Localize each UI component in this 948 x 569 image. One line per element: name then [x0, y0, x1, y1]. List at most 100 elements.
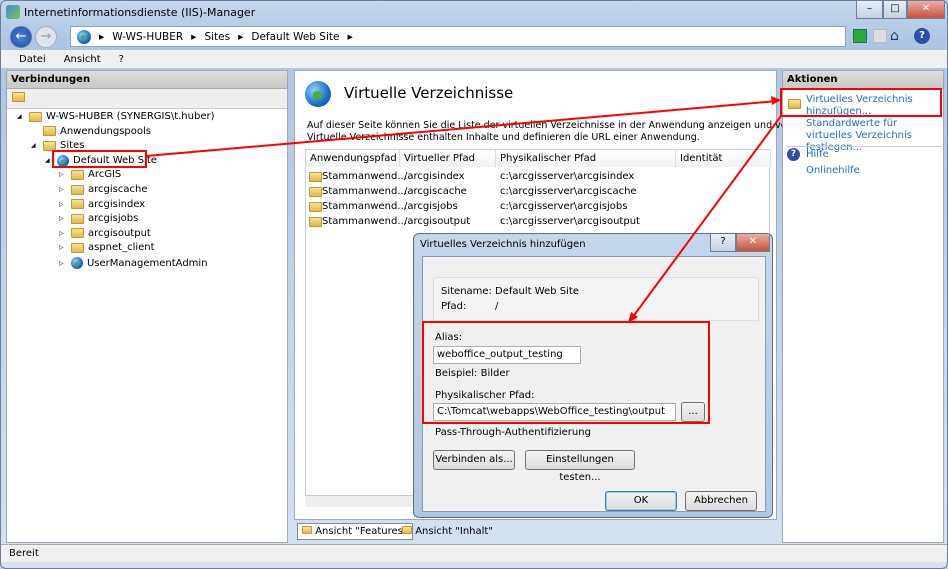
column-header[interactable]: Virtueller Pfad: [400, 150, 496, 167]
connect-icon[interactable]: [12, 92, 25, 102]
status-bar: Bereit: [1, 544, 947, 562]
iis-app-icon: [6, 5, 20, 19]
tree-item-label: Sites: [60, 140, 85, 152]
tree-item[interactable]: Anwendungspools: [31, 126, 151, 137]
expander-icon[interactable]: ▷: [59, 171, 67, 178]
tree-item-label: W-WS-HUBER (SYNERGIS\t.huber): [46, 111, 215, 122]
column-header[interactable]: Anwendungspfad: [306, 150, 400, 167]
table-cell[interactable]: Stammanwend...: [322, 171, 407, 182]
expander-icon[interactable]: ◢: [45, 157, 53, 164]
address-bar[interactable]: ▸ W-WS-HUBER ▸ Sites ▸ Default Web Site ▸: [70, 26, 846, 47]
folder-icon: [71, 213, 84, 224]
breadcrumb-sites[interactable]: Sites: [204, 31, 230, 43]
expander-icon[interactable]: ▷: [59, 244, 67, 251]
tab-features-view[interactable]: Ansicht "Features": [297, 523, 413, 540]
menu-ansicht[interactable]: Ansicht: [64, 54, 101, 65]
table-cell[interactable]: Stammanwend...: [322, 216, 407, 227]
tree-item-label: Anwendungspools: [60, 125, 152, 137]
globe-icon: [305, 81, 331, 107]
folder-shortcut-icon: [309, 187, 322, 197]
breadcrumb-server[interactable]: W-WS-HUBER: [112, 31, 183, 43]
cancel-button[interactable]: Abbrechen: [685, 491, 757, 511]
tree-item-label: ArcGIS: [88, 169, 122, 181]
expander-icon[interactable]: ◢: [17, 113, 25, 120]
table-cell[interactable]: /arcgisindex: [404, 171, 465, 182]
minimize-button[interactable]: –: [856, 1, 883, 19]
tree-item[interactable]: ▷ arcgisoutput: [59, 228, 151, 239]
tree-item[interactable]: ▷ aspnet_client: [59, 242, 155, 253]
help-link[interactable]: Hilfe: [806, 149, 829, 160]
menu-bar: Datei Ansicht ?: [1, 50, 947, 68]
tree-item[interactable]: ▷ ArcGIS: [59, 169, 121, 180]
column-header[interactable]: Physikalischer Pfad: [496, 150, 676, 167]
tree-item[interactable]: ◢ Default Web Site: [45, 154, 157, 167]
folder-shortcut-icon: [309, 202, 322, 212]
folder-icon: [71, 184, 84, 195]
table-cell[interactable]: c:\arcgisserver\arcgisjobs: [500, 201, 627, 212]
physical-path-label: Physikalischer Pfad:: [435, 390, 535, 401]
table-cell[interactable]: /arcgisjobs: [404, 201, 458, 212]
server-icon: [29, 111, 42, 122]
window-title: Internetinformationsdienste (IIS)-Manage…: [24, 6, 256, 19]
expander-icon[interactable]: ▷: [59, 201, 67, 208]
sitename-value: Default Web Site: [495, 286, 579, 297]
menu-help[interactable]: ?: [119, 54, 124, 65]
refresh-icon[interactable]: [853, 29, 867, 43]
alias-label: Alias:: [435, 332, 463, 343]
alias-example: Beispiel: Bilder: [435, 368, 510, 379]
folder-icon: [71, 228, 84, 239]
folder-icon: [71, 242, 84, 253]
connect-as-button[interactable]: Verbinden als...: [433, 450, 515, 470]
maximize-button[interactable]: □: [883, 1, 907, 19]
help-icon[interactable]: ?: [914, 28, 930, 44]
table-cell[interactable]: Stammanwend...: [322, 186, 407, 197]
physical-path-input[interactable]: C:\Tomcat\webapps\WebOffice_testing\outp…: [433, 403, 676, 421]
tree-item[interactable]: ◢ W-WS-HUBER (SYNERGIS\t.huber): [17, 111, 214, 122]
description-line1: Auf dieser Seite können Sie die Liste de…: [307, 120, 826, 131]
test-settings-button[interactable]: Einstellungen testen...: [525, 450, 635, 483]
tree-item-label: Default Web Site: [73, 155, 157, 167]
table-cell[interactable]: c:\arcgisserver\arcgisindex: [500, 171, 634, 182]
tree-item[interactable]: ▷ arcgisjobs: [59, 213, 138, 224]
expander-icon[interactable]: ▷: [59, 186, 67, 193]
tree-item-label: arcgiscache: [88, 184, 148, 195]
folder-shortcut-icon: [309, 172, 322, 182]
tree-item[interactable]: ▷ arcgiscache: [59, 184, 147, 195]
tab-content-view[interactable]: Ansicht "Inhalt": [398, 524, 497, 539]
add-virtual-directory-link[interactable]: Virtuelles Verzeichnis hinzufügen...: [806, 94, 936, 118]
stop-icon[interactable]: [873, 29, 887, 43]
app-icon: [71, 257, 83, 269]
tree-item-label: aspnet_client: [88, 242, 155, 254]
folder-shortcut-icon: [309, 217, 322, 227]
column-header[interactable]: Identität: [676, 150, 771, 167]
table-cell[interactable]: Stammanwend...: [322, 201, 407, 212]
tree-item[interactable]: ▷ arcgisindex: [59, 199, 145, 210]
passthrough-auth-label: Pass-Through-Authentifizierung: [435, 427, 591, 438]
app-pool-icon: [43, 126, 56, 137]
tree-item[interactable]: ◢ Sites: [31, 140, 84, 151]
menu-datei[interactable]: Datei: [19, 54, 46, 65]
back-button[interactable]: ←: [10, 26, 32, 48]
home-icon[interactable]: ⌂: [890, 28, 899, 44]
browse-button[interactable]: ...: [681, 402, 705, 422]
expander-icon[interactable]: ▷: [59, 260, 67, 267]
globe-icon: [57, 154, 69, 167]
dialog-close-button[interactable]: ✕: [736, 234, 770, 252]
alias-input[interactable]: weboffice_output_testing: [433, 346, 581, 364]
close-button[interactable]: ✕: [907, 1, 945, 19]
dialog-help-button[interactable]: ?: [710, 234, 736, 252]
forward-button[interactable]: →: [35, 26, 57, 48]
expander-icon[interactable]: ◢: [31, 142, 39, 149]
online-help-link[interactable]: Onlinehilfe: [806, 165, 860, 176]
table-cell[interactable]: c:\arcgisserver\arcgisoutput: [500, 216, 640, 227]
table-cell[interactable]: /arcgiscache: [404, 186, 467, 197]
expander-icon[interactable]: ▷: [59, 215, 67, 222]
tree-item[interactable]: ▷ UserManagementAdmin: [59, 257, 208, 269]
page-title: Virtuelle Verzeichnisse: [344, 84, 514, 102]
breadcrumb-site[interactable]: Default Web Site: [251, 31, 339, 43]
table-cell[interactable]: c:\arcgisserver\arcgiscache: [500, 186, 637, 197]
table-cell[interactable]: /arcgisoutput: [404, 216, 470, 227]
expander-icon[interactable]: ▷: [59, 230, 67, 237]
description-line2: Virtuelle Verzeichnisse enthalten Inhalt…: [307, 132, 700, 143]
ok-button[interactable]: OK: [605, 491, 677, 511]
